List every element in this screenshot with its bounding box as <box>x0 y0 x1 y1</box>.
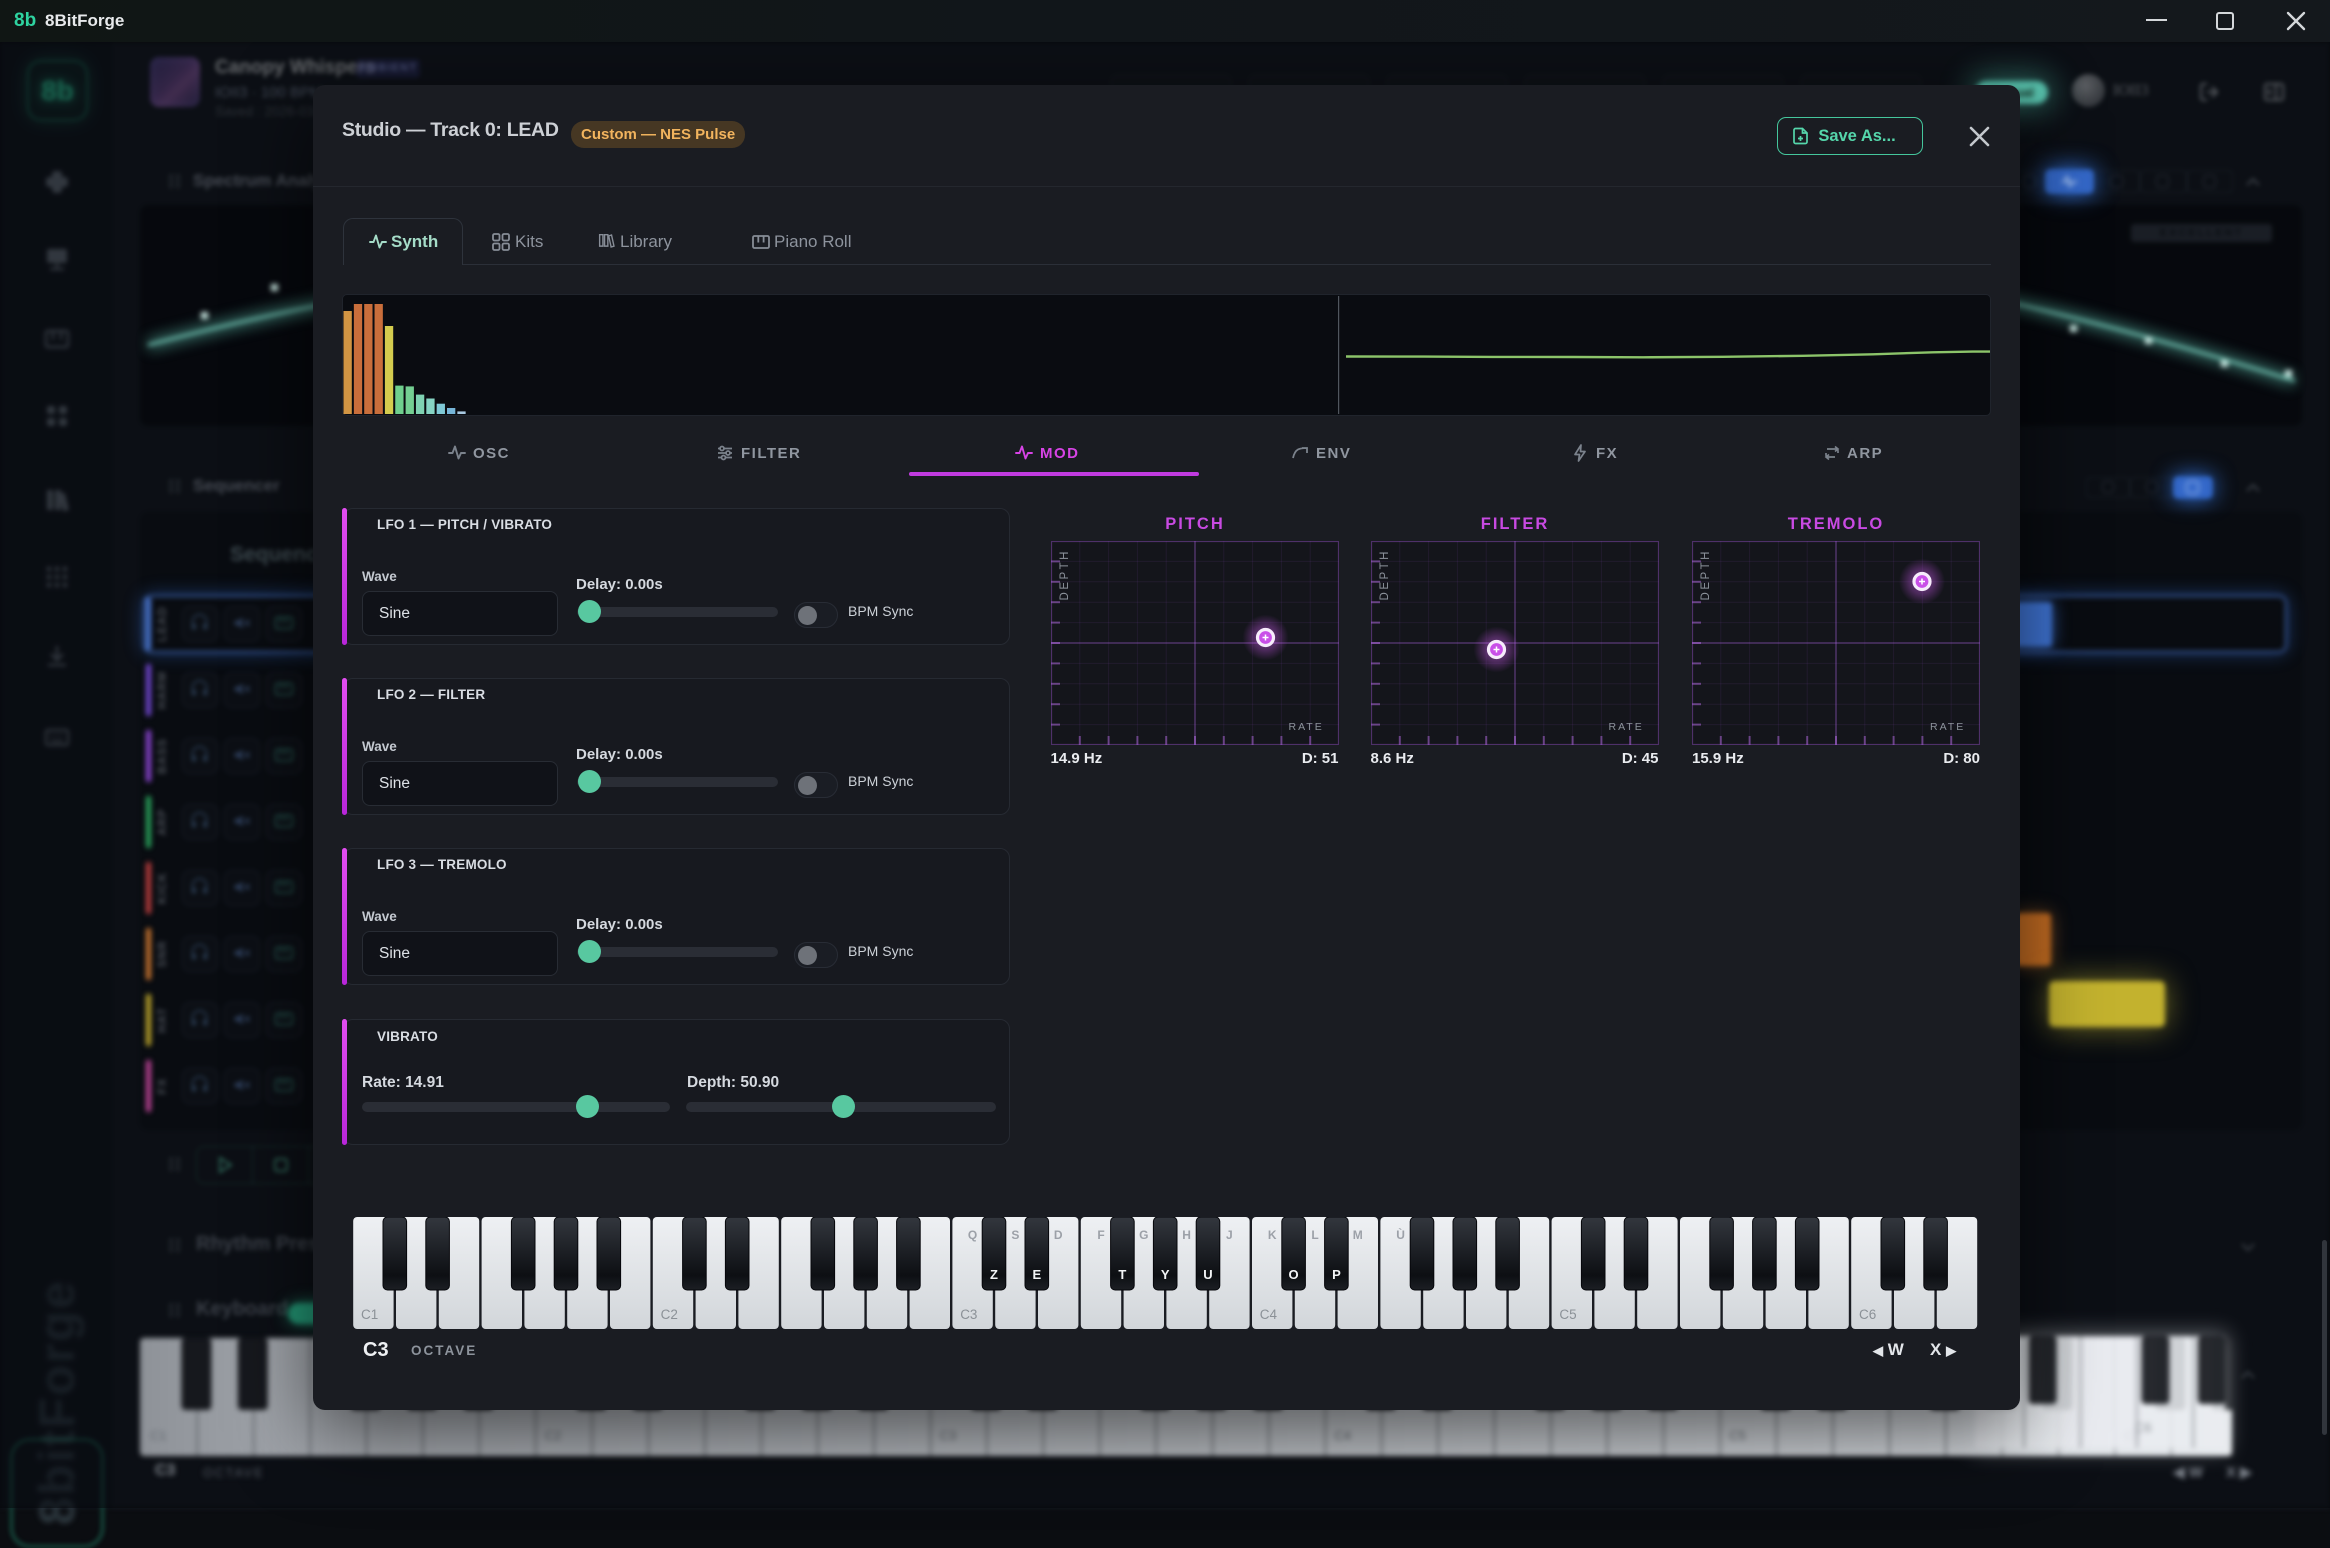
svg-text:C5: C5 <box>1729 1428 1746 1443</box>
svg-text:H: H <box>1182 1228 1191 1242</box>
svg-text:S: S <box>1011 1228 1019 1242</box>
svg-text:C2: C2 <box>545 1428 562 1443</box>
svg-text:O: O <box>1289 1267 1299 1282</box>
svg-text:T: T <box>1118 1267 1126 1282</box>
svg-text:U: U <box>1203 1267 1212 1282</box>
svg-text:K: K <box>1268 1228 1277 1242</box>
svg-text:C3: C3 <box>940 1428 957 1443</box>
svg-text:C2: C2 <box>661 1307 678 1322</box>
svg-text:C1: C1 <box>150 1428 167 1443</box>
svg-text:P: P <box>1332 1267 1341 1282</box>
svg-text:F: F <box>1097 1228 1104 1242</box>
svg-text:C3: C3 <box>960 1307 977 1322</box>
svg-text:C4: C4 <box>1334 1428 1351 1443</box>
svg-text:Y: Y <box>1161 1267 1170 1282</box>
svg-text:J: J <box>1226 1228 1233 1242</box>
svg-text:Q: Q <box>968 1228 977 1242</box>
svg-text:D: D <box>1054 1228 1063 1242</box>
svg-text:G: G <box>1139 1228 1148 1242</box>
svg-text:Z: Z <box>990 1267 998 1282</box>
svg-text:M: M <box>1353 1228 1363 1242</box>
svg-text:C5: C5 <box>1559 1307 1576 1322</box>
svg-text:C6: C6 <box>2135 1420 2152 1435</box>
svg-text:L: L <box>1311 1228 1318 1242</box>
svg-text:Ù: Ù <box>1396 1227 1405 1242</box>
svg-text:C6: C6 <box>1859 1307 1876 1322</box>
svg-text:C1: C1 <box>361 1307 378 1322</box>
svg-text:C4: C4 <box>1260 1307 1278 1322</box>
svg-text:E: E <box>1032 1267 1041 1282</box>
